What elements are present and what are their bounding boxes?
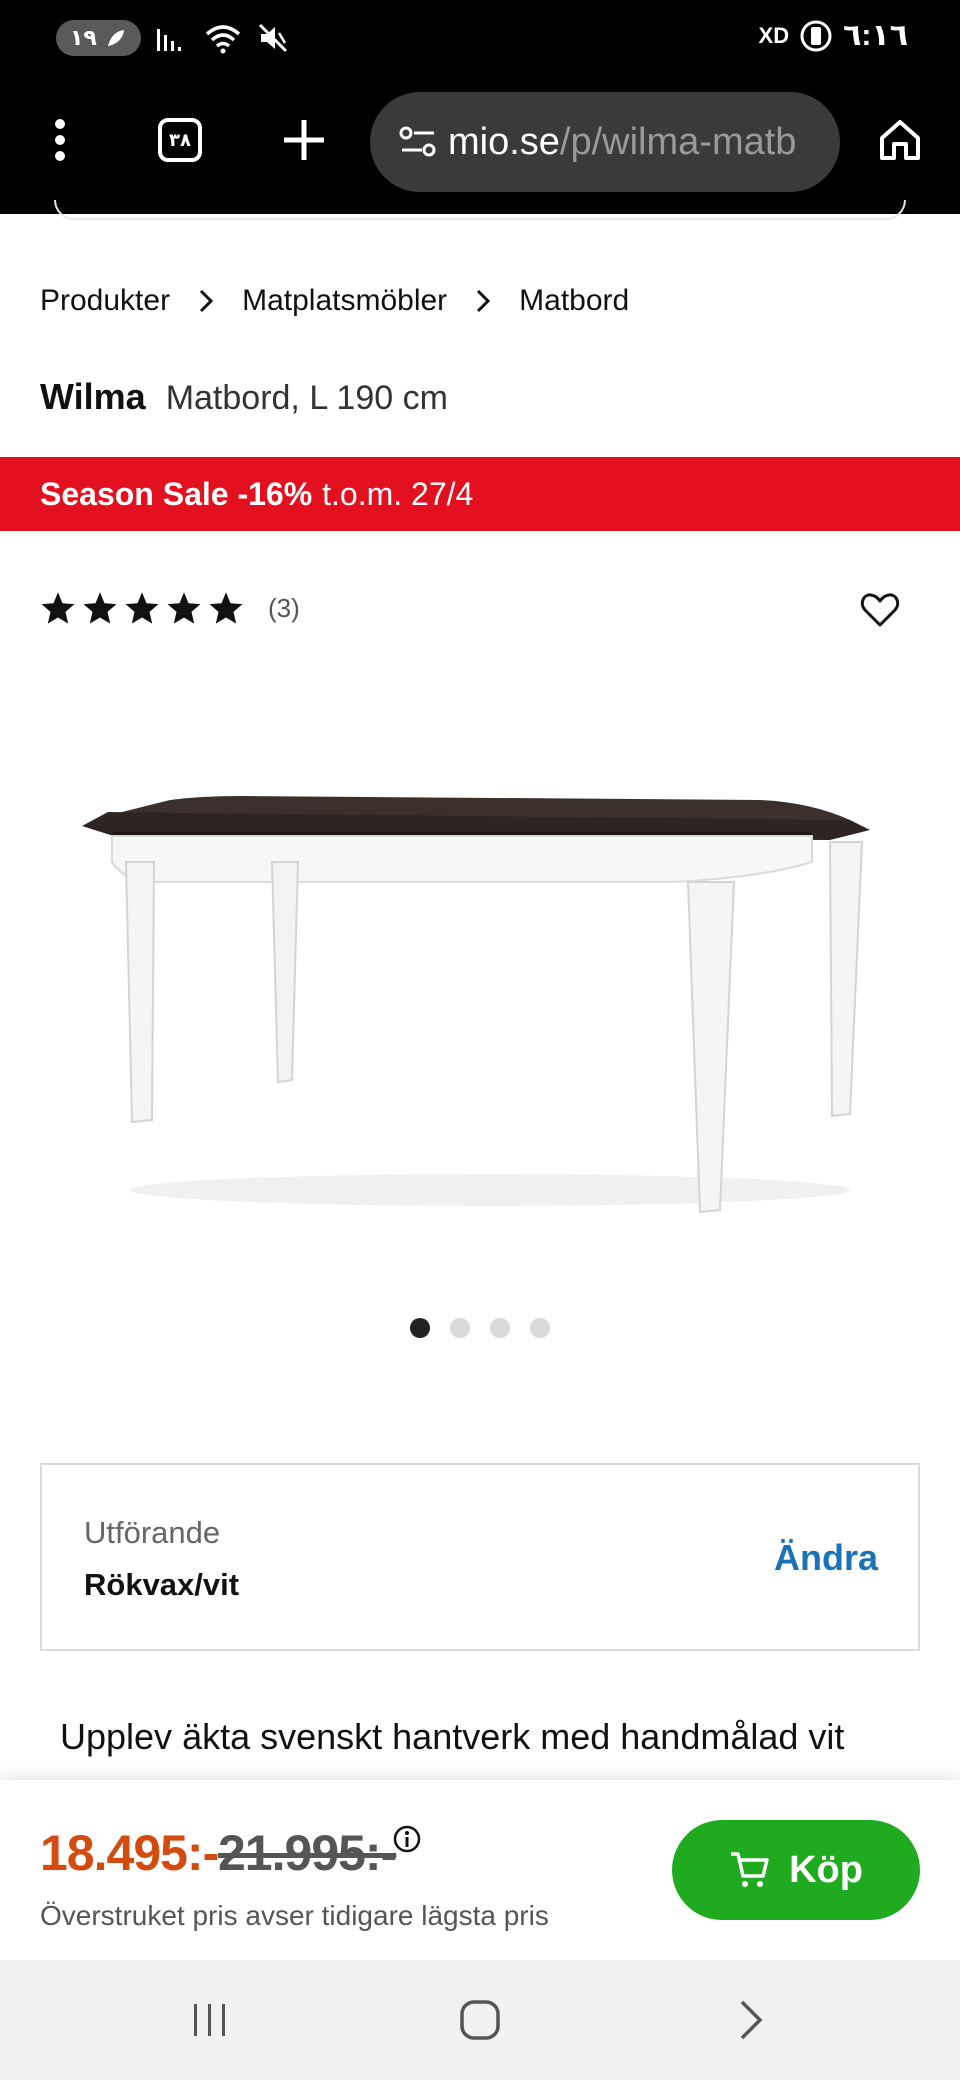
sale-label: Season Sale -16% (40, 475, 313, 512)
previous-price: 21.995:- (218, 1825, 397, 1881)
wifi-icon (203, 22, 243, 54)
product-description-text: Upplev äkta svenskt hantverk med handmål… (60, 1716, 845, 1757)
page-title: Wilma Matbord, L 190 cm (40, 376, 448, 418)
buy-button[interactable]: Köp (672, 1820, 920, 1920)
gallery-dot[interactable] (490, 1318, 510, 1338)
sale-until: t.o.m. 27/4 (322, 475, 474, 512)
product-image[interactable] (60, 770, 900, 1230)
star-icon (209, 592, 243, 624)
browser-toolbar: ٣٨ mio.se/p/wilma-matb (0, 76, 960, 214)
recent-apps-icon[interactable] (180, 1990, 240, 2050)
breadcrumb-item-produkter[interactable]: Produkter (40, 284, 170, 318)
signal-icon (155, 23, 189, 53)
url-text[interactable]: mio.se/p/wilma-matb (448, 121, 818, 164)
star-icon (83, 592, 117, 624)
rating[interactable]: (3) (40, 590, 300, 626)
star-rating (40, 590, 244, 626)
variant-selector[interactable]: Utförande Rökvax/vit Ändra (40, 1463, 920, 1651)
gallery-dots (0, 1318, 960, 1338)
gallery-dot[interactable] (410, 1318, 430, 1338)
breadcrumb-item-matplatsmobler[interactable]: Matplatsmöbler (242, 284, 447, 318)
leaf-icon (107, 30, 124, 46)
price-note: Överstruket pris avser tidigare lägsta p… (40, 1900, 549, 1931)
gallery-dot[interactable] (450, 1318, 470, 1338)
gallery-dot[interactable] (530, 1318, 550, 1338)
favorite-button[interactable] (856, 586, 904, 634)
system-nav-bar (0, 1960, 960, 2080)
status-bar: ١٩ XD ٦:١٦ (0, 0, 960, 76)
breadcrumb-item-matbord[interactable]: Matbord (519, 284, 629, 318)
change-variant-button[interactable]: Ändra (774, 1537, 878, 1579)
tabs-icon: ٣٨ (158, 118, 202, 162)
tabs-button[interactable]: ٣٨ (148, 108, 212, 172)
home-nav-icon[interactable] (450, 1990, 510, 2050)
search-field-edge (54, 200, 906, 220)
back-icon[interactable] (720, 1990, 780, 2050)
breadcrumb: Produkter Matplatsmöbler Matbord (40, 284, 629, 318)
heart-icon (860, 593, 900, 627)
chevron-right-icon (475, 288, 491, 314)
chevron-right-icon (198, 288, 214, 314)
star-icon (125, 592, 159, 624)
carrier-label: XD (758, 22, 790, 48)
menu-dots-icon[interactable] (28, 108, 92, 172)
cart-icon (731, 1852, 769, 1887)
buy-button-label: Köp (789, 1848, 863, 1891)
url-path: /p/wilma-matb (559, 120, 797, 163)
site-settings-icon[interactable] (388, 124, 448, 160)
status-time: ٦:١٦ (843, 19, 908, 52)
mute-icon (257, 22, 289, 54)
star-icon (41, 592, 75, 624)
battery-icon (799, 19, 833, 53)
star-icon (167, 592, 201, 624)
info-icon[interactable] (392, 1824, 422, 1854)
home-icon[interactable] (868, 108, 932, 172)
url-bar[interactable]: mio.se/p/wilma-matb (370, 92, 840, 192)
url-domain: mio.se (448, 120, 560, 163)
product-brand: Wilma (40, 376, 146, 417)
notification-count: ١٩ (70, 25, 97, 50)
review-count[interactable]: (3) (268, 593, 300, 624)
sale-banner: Season Sale -16% t.o.m. 27/4 (0, 457, 960, 531)
plus-icon[interactable] (272, 108, 336, 172)
tab-count: ٣٨ (169, 129, 191, 150)
price-bar: 18.495:- 21.995:- Överstruket pris avser… (0, 1780, 960, 1960)
notification-pill: ١٩ (56, 20, 141, 56)
current-price: 18.495:- (40, 1825, 219, 1881)
variant-label: Utförande (84, 1515, 221, 1550)
product-description: Matbord, L 190 cm (165, 379, 448, 417)
variant-value: Rökvax/vit (84, 1567, 240, 1602)
